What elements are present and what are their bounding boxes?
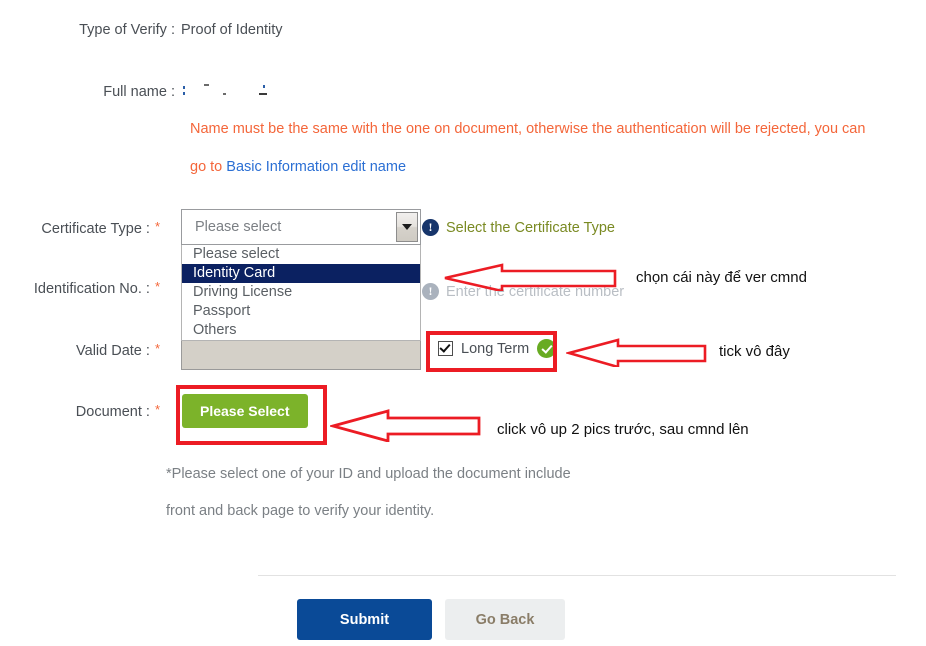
certificate-type-label: Certificate Type :: [41, 221, 150, 237]
certificate-type-required-star: *: [154, 219, 160, 234]
info-icon: !: [422, 283, 439, 300]
name-notice-line1: Name must be the same with the one on do…: [190, 121, 866, 137]
submit-button[interactable]: Submit: [297, 599, 432, 640]
label-document: Document : *: [0, 402, 160, 422]
label-type-of-verify: Type of Verify :: [0, 20, 175, 40]
annot-certificate: chọn cái này để ver cmnd: [636, 269, 807, 286]
label-certificate-type: Certificate Type : *: [0, 219, 160, 239]
full-name-label: Full name :: [103, 84, 175, 100]
footer-divider: [258, 575, 896, 576]
document-note-line1-wrap: *Please select one of your ID and upload…: [166, 464, 571, 484]
option-passport[interactable]: Passport: [182, 302, 420, 321]
valid-date-input[interactable]: [181, 340, 421, 370]
name-notice-line1-wrap: Name must be the same with the one on do…: [190, 119, 865, 139]
long-term-checkbox[interactable]: [438, 341, 453, 356]
valid-date-label: Valid Date :: [76, 343, 150, 359]
annot-document: click vô up 2 pics trước, sau cmnd lên: [497, 421, 749, 438]
please-select-document-button[interactable]: Please Select: [182, 394, 308, 428]
document-note-line2: front and back page to verify your ident…: [166, 503, 435, 519]
name-notice-line2-wrap: go to Basic Information edit name: [190, 157, 406, 177]
name-notice-line2-prefix: go to: [190, 159, 227, 175]
chevron-down-icon[interactable]: [396, 212, 418, 242]
option-identity-card[interactable]: Identity Card: [182, 264, 420, 283]
check-circle-icon: [537, 339, 557, 358]
basic-information-edit-name-link[interactable]: Basic Information edit name: [226, 159, 406, 175]
document-note-line1: *Please select one of your ID and upload…: [166, 466, 571, 482]
identification-no-required-star: *: [154, 279, 160, 294]
certificate-type-select[interactable]: Please select: [181, 209, 421, 245]
certificate-type-hint-text: Select the Certificate Type: [446, 219, 615, 236]
long-term-checkbox-group[interactable]: Long Term: [429, 333, 567, 364]
type-of-verify-value: Proof of Identity: [181, 22, 283, 38]
option-driving-license[interactable]: Driving License: [182, 283, 420, 302]
document-note-line2-wrap: front and back page to verify your ident…: [166, 501, 434, 521]
option-please-select[interactable]: Please select: [182, 245, 420, 264]
type-of-verify-label: Type of Verify :: [79, 22, 175, 38]
go-back-button[interactable]: Go Back: [445, 599, 565, 640]
annot-longterm: tick vô đây: [719, 343, 790, 360]
certificate-type-option-list[interactable]: Please select Identity Card Driving Lice…: [181, 245, 421, 341]
label-valid-date: Valid Date : *: [0, 341, 160, 361]
identification-no-label: Identification No. :: [33, 281, 150, 297]
long-term-label: Long Term: [461, 340, 530, 357]
annotation-arrow-long-term: [566, 338, 707, 367]
certificate-type-hint: ! Select the Certificate Type: [422, 219, 615, 236]
type-of-verify-value-wrap: Proof of Identity: [181, 20, 283, 40]
verification-form-page: Type of Verify : Proof of Identity Full …: [0, 0, 926, 646]
valid-date-required-star: *: [154, 341, 160, 356]
document-required-star: *: [154, 402, 160, 417]
annotation-arrow-certificate: [444, 263, 617, 291]
certificate-type-selected-text: Please select: [195, 219, 282, 235]
annotation-arrow-document: [330, 409, 481, 442]
label-identification-no: Identification No. : *: [0, 279, 160, 299]
option-others[interactable]: Others: [182, 321, 420, 340]
info-icon: !: [422, 219, 439, 236]
document-label: Document :: [75, 404, 150, 420]
label-full-name: Full name :: [0, 82, 175, 102]
